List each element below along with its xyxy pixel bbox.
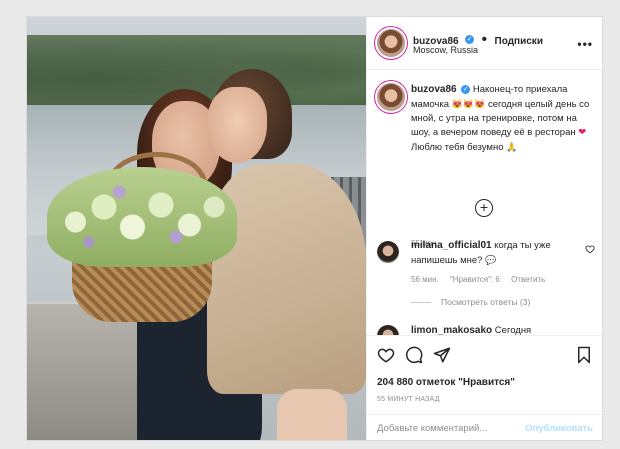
next-commenter-avatar[interactable] (377, 325, 399, 335)
author-avatar[interactable] (377, 29, 405, 57)
instagram-post-card: buzova86 ✓ • Подписки Moscow, Russia •••… (26, 16, 603, 441)
next-comment-body: Сегодня (494, 325, 532, 335)
posted-time: 55 МИНУТ НАЗАД (377, 396, 440, 403)
verified-badge-icon: ✓ (465, 35, 475, 45)
replies-line (411, 302, 431, 304)
likes-count[interactable]: 204 880 отметок "Нравится" (377, 377, 515, 388)
photo-person-right-legs (277, 389, 347, 440)
view-replies-label: Посмотреть ответы (3) (441, 297, 531, 307)
caption-username[interactable]: buzova86 (411, 84, 457, 95)
bookmark-icon[interactable] (575, 346, 593, 364)
load-more-comments-button[interactable]: + (475, 199, 493, 217)
basket-flowers (47, 167, 237, 267)
caption-text: buzova86 ✓ Наконец-то приехала мамочка 😻… (411, 83, 595, 155)
following-button[interactable]: Подписки (495, 36, 543, 47)
post-photo[interactable] (27, 17, 366, 440)
commenter-username[interactable]: milana_official01 (411, 240, 492, 251)
comment-time: 56 мин. (411, 275, 439, 284)
reply-button[interactable]: Ответить (511, 275, 545, 284)
caption-text-part-3: Люблю тебя безумно (411, 142, 504, 153)
publish-button[interactable]: Опубликовать (525, 423, 593, 434)
location-link[interactable]: Moscow, Russia (413, 45, 478, 55)
comment-text: milana_official01 когда ты уже напишешь … (411, 239, 571, 268)
red-heart-icon: ❤ (578, 127, 587, 138)
caption-avatar[interactable] (377, 83, 405, 111)
next-commenter-username[interactable]: limon_makosako (411, 325, 492, 335)
comment-like-heart-icon[interactable] (585, 244, 595, 254)
photo-person-right-face (207, 87, 267, 163)
photo-flower-basket (47, 152, 237, 322)
pray-emoji-icon: 🙏 (506, 142, 518, 152)
commenter-avatar[interactable] (377, 241, 399, 263)
add-comment-bar: Опубликовать (367, 414, 602, 440)
paper-plane-icon[interactable] (433, 346, 451, 364)
comment-input[interactable] (377, 421, 517, 435)
view-replies-link[interactable]: Посмотреть ответы (3) (411, 297, 530, 307)
next-comment-item: limon_makosako Сегодня (377, 325, 597, 335)
comment-meta: 56 мин. "Нравится": 6 Ответить (411, 275, 554, 284)
heart-outline-icon[interactable] (377, 346, 395, 364)
post-header: buzova86 ✓ • Подписки Moscow, Russia ••• (367, 17, 602, 70)
separator-dot: • (481, 31, 488, 48)
cat-emoji-icon: 😻😻😻 (451, 99, 486, 109)
comment-likes[interactable]: "Нравится": 6 (450, 275, 500, 284)
verified-badge-icon: ✓ (461, 84, 471, 94)
post-side-panel: buzova86 ✓ • Подписки Moscow, Russia •••… (366, 17, 602, 440)
comment-bubble-icon[interactable] (405, 346, 423, 364)
more-options-icon[interactable]: ••• (577, 37, 593, 51)
post-actions: 204 880 отметок "Нравится" 55 МИНУТ НАЗА… (367, 335, 602, 440)
next-comment-text: limon_makosako Сегодня (411, 325, 531, 335)
speech-bubble-emoji-icon: 💬 (485, 255, 497, 265)
photo-parapet (27, 302, 137, 440)
